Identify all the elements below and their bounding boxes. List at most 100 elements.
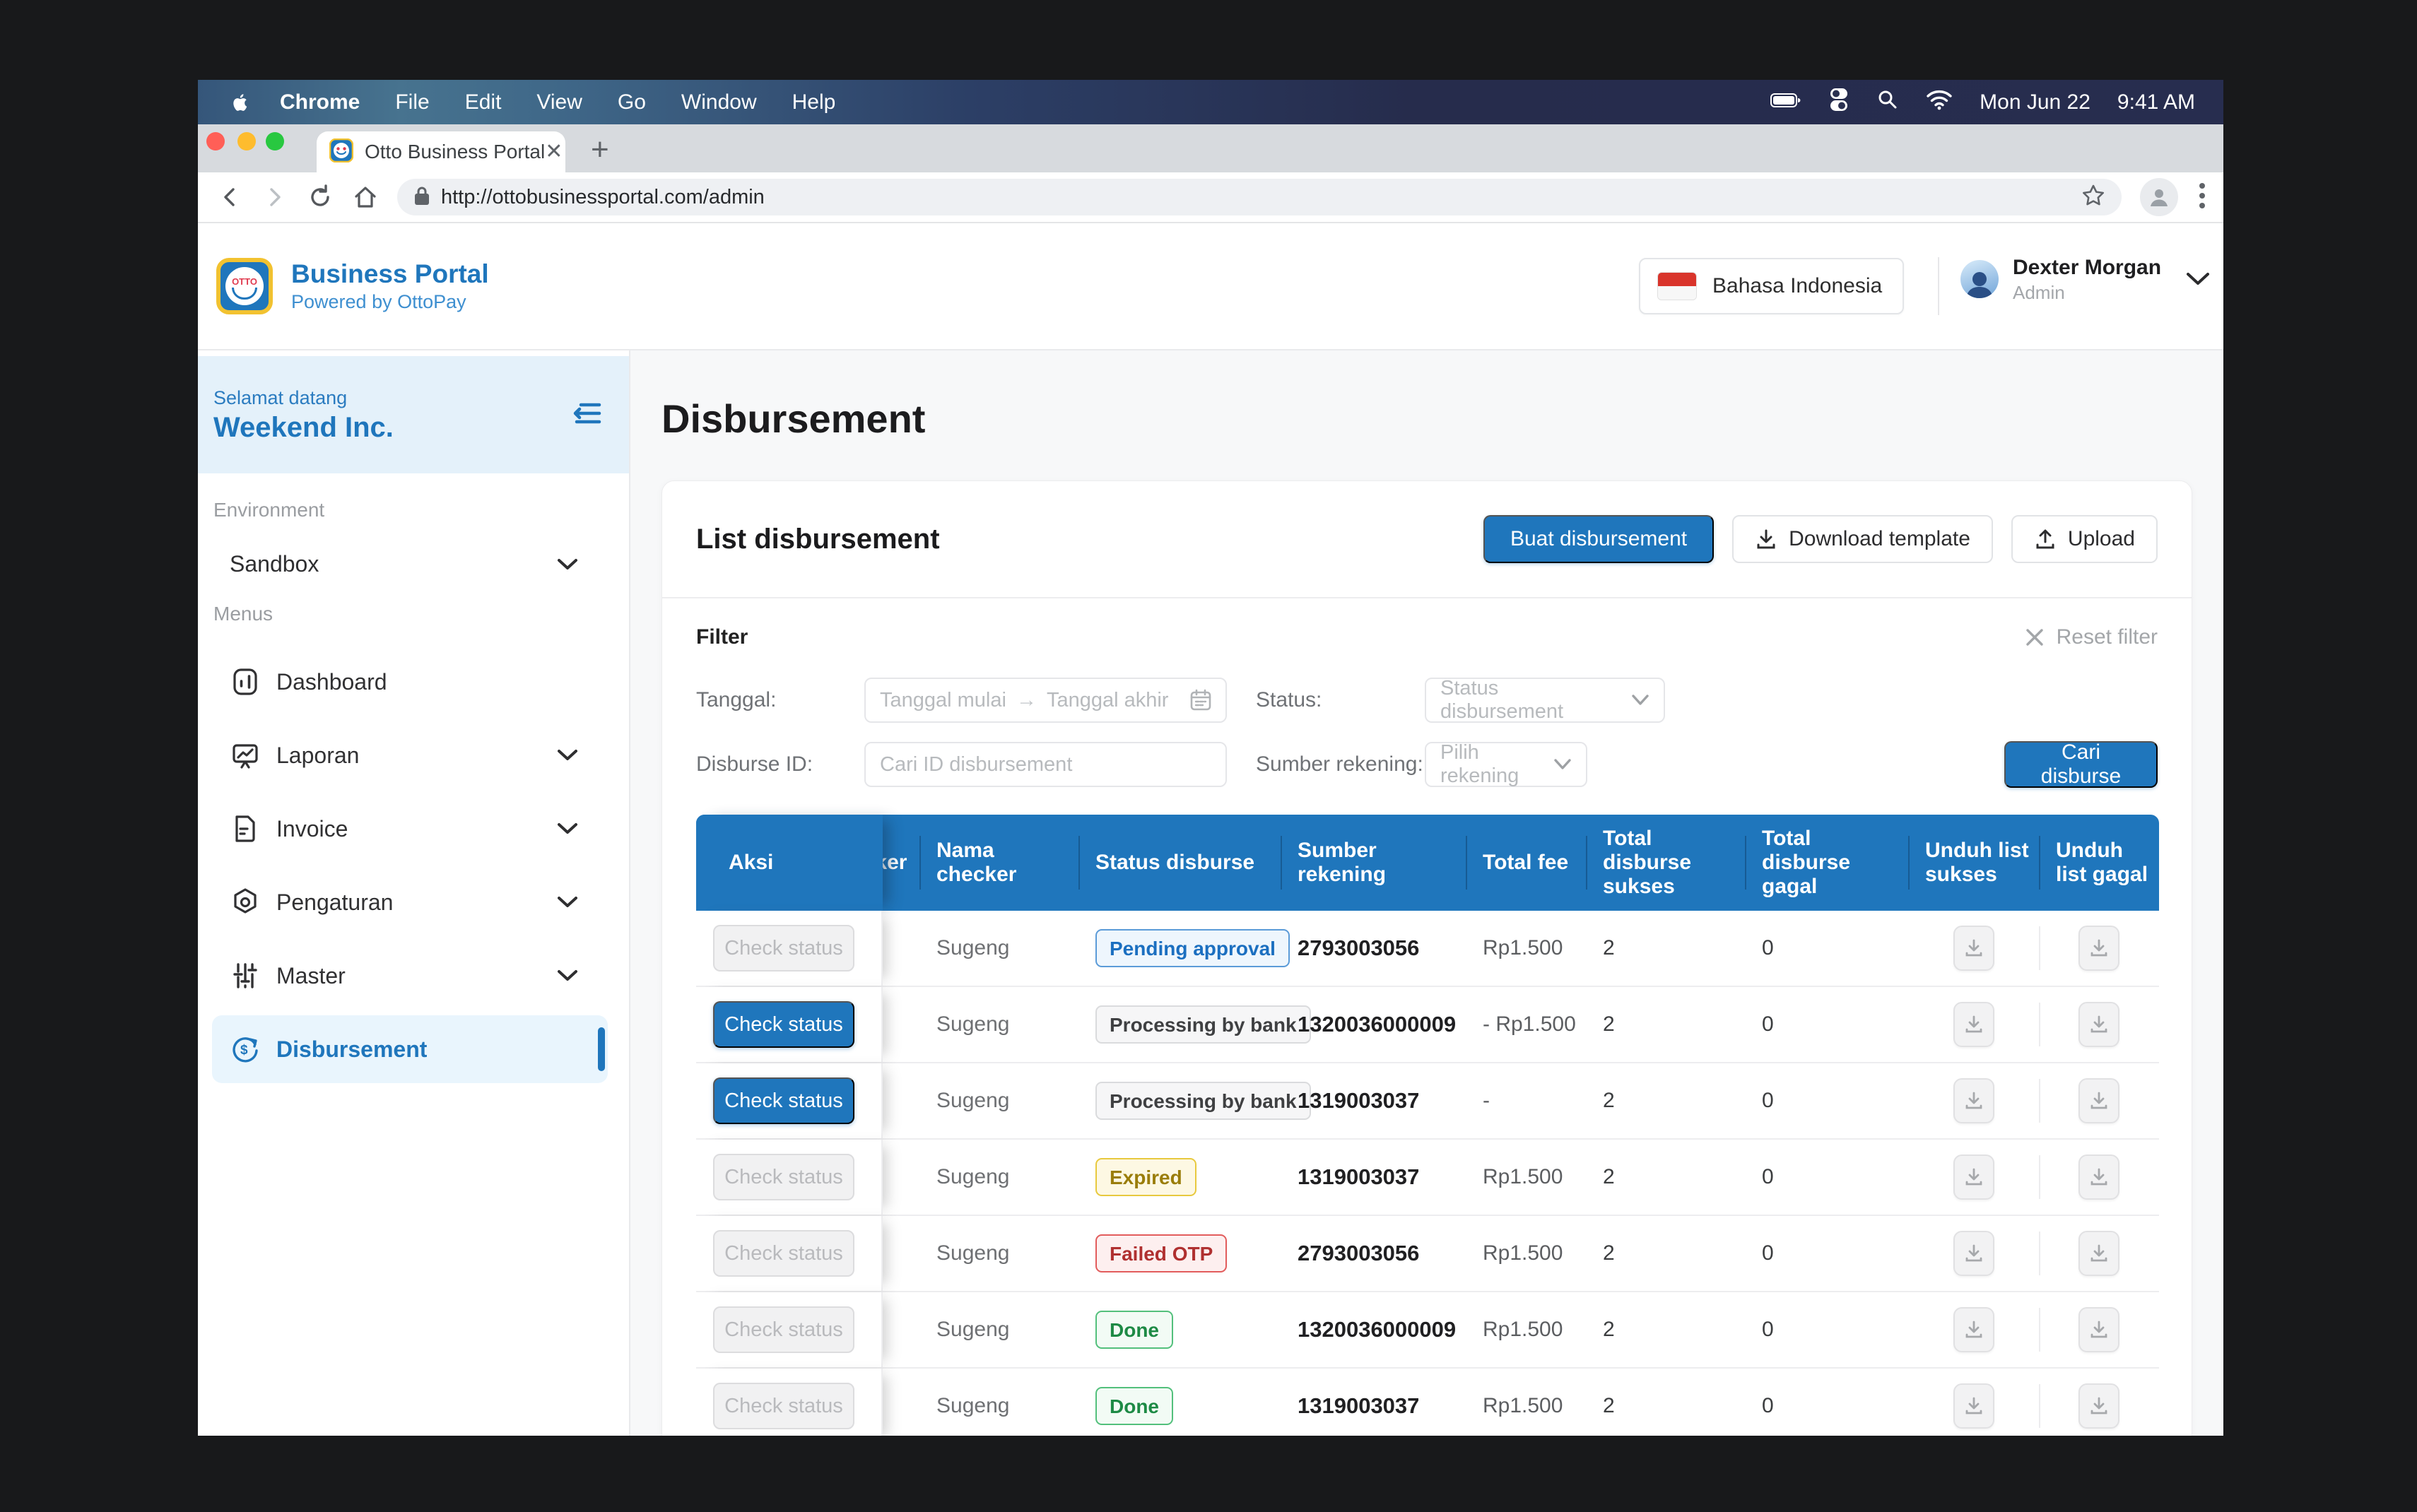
main-content: Disbursement List disbursement Buat disb…: [630, 350, 2223, 1436]
battery-icon[interactable]: [1770, 90, 1801, 114]
browser-profile-icon[interactable]: [2140, 178, 2178, 216]
download-success-button[interactable]: [1953, 1002, 1994, 1047]
dashboard-icon: [230, 666, 261, 697]
maker-cell: [883, 1292, 919, 1367]
table-row: Check statusSugengFailed OTP2793003056Rp…: [696, 1216, 2159, 1292]
collapse-sidebar-icon[interactable]: [571, 396, 605, 434]
status-badge: Pending approval: [1095, 929, 1290, 967]
reload-button[interactable]: [307, 184, 334, 211]
checker-cell: Sugeng: [919, 1216, 1078, 1291]
check-status-button[interactable]: Check status: [713, 1230, 854, 1277]
reset-filter-button[interactable]: Reset filter: [2024, 625, 2158, 649]
download-success-button[interactable]: [1953, 1154, 1994, 1200]
unduh-sukses-cell: [1908, 1369, 2039, 1436]
unduh-gagal-cell: [2039, 911, 2159, 986]
download-failed-button[interactable]: [2078, 1154, 2119, 1200]
upload-button[interactable]: Upload: [2011, 515, 2158, 563]
home-button[interactable]: [352, 184, 379, 211]
apple-icon[interactable]: [229, 91, 252, 114]
maker-cell: [883, 1369, 919, 1436]
user-menu[interactable]: Dexter Morgan Admin: [1960, 254, 2211, 304]
active-indicator: [598, 1027, 605, 1071]
menu-file[interactable]: File: [395, 90, 429, 114]
menu-go[interactable]: Go: [618, 90, 646, 114]
search-disburse-button[interactable]: Cari disburse: [2004, 741, 2158, 788]
check-status-button[interactable]: Check status: [713, 1154, 854, 1200]
download-failed-button[interactable]: [2078, 1307, 2119, 1352]
menu-chrome[interactable]: Chrome: [280, 90, 360, 114]
download-failed-button[interactable]: [2078, 1383, 2119, 1429]
date-range-input[interactable]: Tanggal mulai → Tanggal akhir: [864, 678, 1227, 723]
status-cell: Expired: [1078, 1140, 1281, 1215]
download-failed-button[interactable]: [2078, 1002, 2119, 1047]
sidebar-item-master[interactable]: Master: [198, 939, 629, 1012]
spotlight-search-icon[interactable]: [1876, 88, 1899, 117]
sidebar-item-invoice[interactable]: Invoice: [198, 792, 629, 866]
sidebar-item-laporan[interactable]: Laporan: [198, 719, 629, 792]
disburse-id-label: Disburse ID:: [696, 752, 864, 776]
check-status-button[interactable]: Check status: [713, 1306, 854, 1353]
download-success-button[interactable]: [1953, 1383, 1994, 1429]
close-window-button[interactable]: [206, 132, 225, 150]
menu-help[interactable]: Help: [792, 90, 836, 114]
sidebar-item-dashboard[interactable]: Dashboard: [198, 645, 629, 719]
total-disburse-sukses: 2: [1603, 1012, 1615, 1036]
create-disbursement-button[interactable]: Buat disbursement: [1483, 515, 1714, 563]
browser-tab[interactable]: Otto Business Portal ✕: [317, 131, 565, 172]
checker-name: Sugeng: [936, 1318, 1009, 1342]
minimize-window-button[interactable]: [237, 132, 256, 150]
download-template-button[interactable]: Download template: [1732, 515, 1993, 563]
gagal-cell: 0: [1745, 1140, 1908, 1215]
check-status-button[interactable]: Check status: [713, 1077, 854, 1124]
status-select[interactable]: Status disbursement: [1425, 678, 1665, 723]
sidebar-item-disbursement[interactable]: $ Disbursement: [212, 1015, 608, 1083]
menu-window[interactable]: Window: [681, 90, 757, 114]
download-success-button[interactable]: [1953, 1078, 1994, 1123]
environment-select[interactable]: Sandbox: [198, 551, 629, 577]
environment-label: Environment: [198, 499, 629, 521]
check-status-button[interactable]: Check status: [713, 1383, 854, 1429]
back-button[interactable]: [216, 184, 243, 211]
total-disburse-gagal: 0: [1762, 1089, 1774, 1113]
zoom-window-button[interactable]: [266, 132, 284, 150]
download-success-button[interactable]: [1953, 926, 1994, 971]
new-tab-button[interactable]: +: [591, 134, 609, 165]
status-cell: Failed OTP: [1078, 1216, 1281, 1291]
sumber-rekening-label: Sumber rekening:: [1256, 752, 1425, 776]
status-cell: Pending approval: [1078, 911, 1281, 986]
invoice-icon: [230, 813, 261, 844]
menu-view[interactable]: View: [536, 90, 582, 114]
total-disburse-gagal: 0: [1762, 1394, 1774, 1418]
download-failed-button[interactable]: [2078, 1078, 2119, 1123]
header-sumber-rekening: Sumber rekening: [1281, 815, 1466, 911]
table-row: Check statusSugengPending approval279300…: [696, 911, 2159, 987]
language-button[interactable]: Bahasa Indonesia: [1639, 258, 1904, 314]
control-center-icon[interactable]: [1828, 88, 1849, 117]
address-bar[interactable]: http://ottobusinessportal.com/admin: [397, 179, 2122, 215]
header-unduh-list-gagal: Unduh list gagal: [2039, 815, 2159, 911]
bookmark-star-icon[interactable]: [2081, 183, 2106, 212]
forward-button[interactable]: [261, 184, 288, 211]
download-failed-button[interactable]: [2078, 926, 2119, 971]
sidebar-item-pengaturan[interactable]: Pengaturan: [198, 866, 629, 939]
browser-menu-icon[interactable]: [2198, 180, 2206, 215]
download-success-button[interactable]: [1953, 1231, 1994, 1276]
wifi-icon[interactable]: [1926, 89, 1953, 116]
menu-edit[interactable]: Edit: [465, 90, 502, 114]
action-cell: Check status: [696, 1140, 883, 1215]
tanggal-label: Tanggal:: [696, 688, 864, 712]
unduh-sukses-cell: [1908, 987, 2039, 1062]
download-success-button[interactable]: [1953, 1307, 1994, 1352]
status-placeholder: Status disbursement: [1440, 677, 1618, 723]
table-header: Aksi Nama maker Nama checker Status disb…: [696, 815, 2159, 911]
header-divider: [1938, 257, 1939, 315]
action-cell: Check status: [696, 1216, 883, 1291]
tab-close-icon[interactable]: ✕: [545, 141, 563, 163]
check-status-button[interactable]: Check status: [713, 1001, 854, 1048]
rekening-select[interactable]: Pilih rekening: [1425, 742, 1587, 787]
download-failed-button[interactable]: [2078, 1231, 2119, 1276]
check-status-button[interactable]: Check status: [713, 925, 854, 971]
unduh-sukses-cell: [1908, 1216, 2039, 1291]
sukses-cell: 2: [1586, 1140, 1745, 1215]
disburse-id-input[interactable]: [864, 742, 1227, 787]
